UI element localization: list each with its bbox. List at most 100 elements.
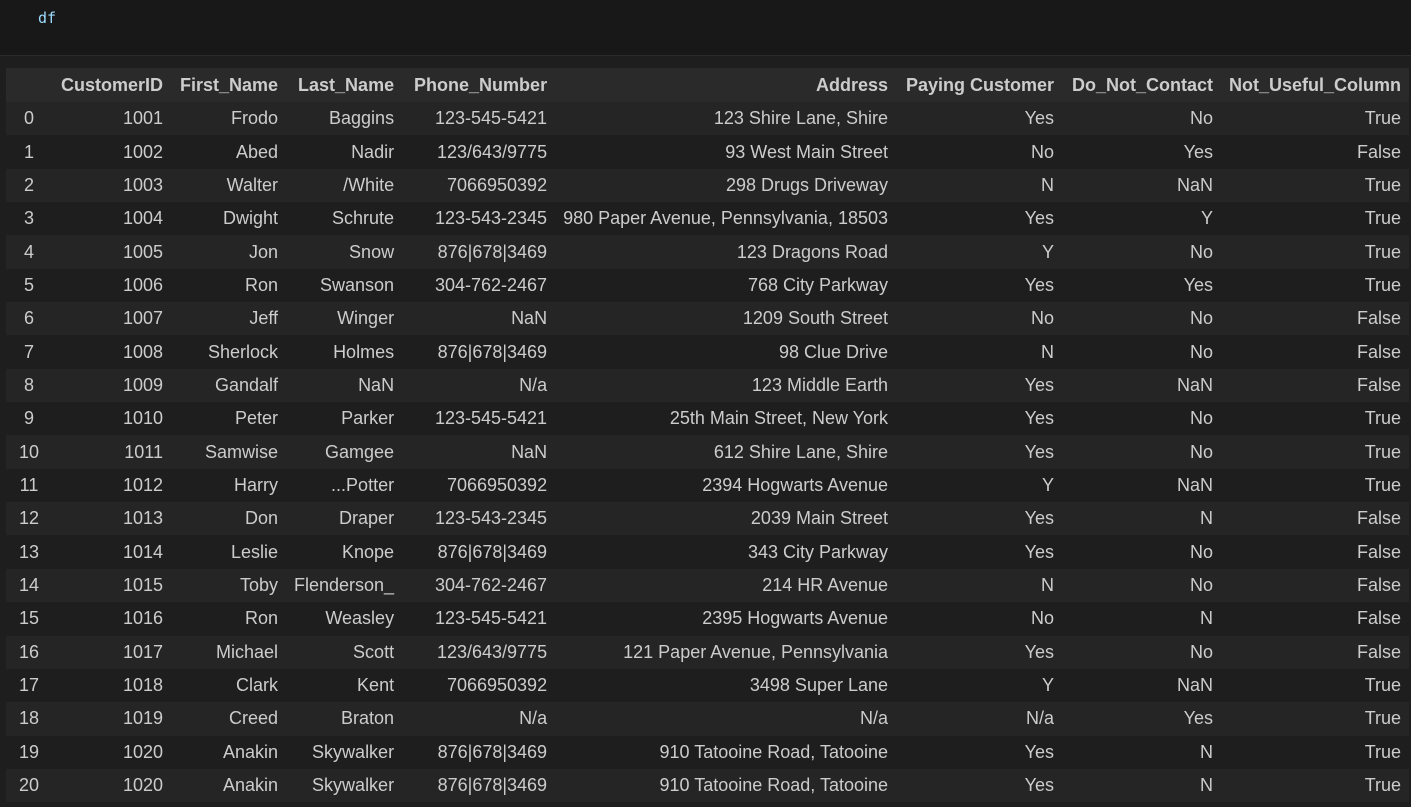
table-cell: 1016 [122,608,163,629]
table-row: 1 1002 Abed Nadir 123/643/9775 93 West Main S… [6,135,1410,169]
table-cell: Ron [244,274,278,295]
table-cell: Yes [1024,741,1055,762]
table-cell: 876|678|3469 [437,241,548,262]
table-cell: Abed [235,141,278,162]
table-cell: Jon [248,241,278,262]
table-cell: Yes [1024,641,1055,662]
row-index: 15 [18,608,40,629]
table-cell: 1001 [122,108,163,129]
table-row: 11 1012 Harry ...Potter 7066950392 2394 Hogwa… [6,468,1410,503]
row-index: 12 [18,508,40,529]
table-cell: NaN [1177,174,1214,195]
table-cell: Baggins [329,108,395,129]
code-cell[interactable]: df [0,0,1411,56]
table-cell: N/a [519,708,548,729]
table-cell: 121 Paper Avenue, Pennsylvania [623,641,889,662]
table-cell: 93 West Main Street [725,141,889,162]
table-cell: True [1364,174,1402,195]
table-cell: Yes [1024,408,1055,429]
table-row: 0 1001 Frodo Baggins 123-545-5421 123 Shire L… [6,102,1410,136]
code-editor-line[interactable]: df [38,9,56,27]
row-index: 9 [23,408,34,429]
table-cell: True [1364,408,1402,429]
row-index: 3 [23,208,34,229]
table-cell: Sherlock [207,341,278,362]
table-row: 4 1005 Jon Snow 876|678|3469 123 Dragons Road… [6,235,1410,269]
table-cell: Y [1201,208,1214,229]
table-cell: 910 Tatooine Road, Tatooine [659,741,889,762]
table-cell: Yes [1024,108,1055,129]
table-cell: 214 HR Avenue [762,574,889,595]
table-cell: ...Potter [331,474,395,495]
table-cell: 876|678|3469 [437,775,548,796]
table-cell: 123 Middle Earth [751,374,889,395]
table-row: 18 1019 Creed Braton N/a N/a N/a Yes True [6,702,1410,736]
table-row: 19 1020 Anakin Skywalker 876|678|3469 910 Tat… [6,735,1410,769]
table-cell: True [1364,208,1402,229]
table-cell: 1004 [122,208,163,229]
table-cell: Yes [1183,708,1214,729]
row-index: 17 [18,675,40,696]
table-row: 17 1018 Clark Kent 7066950392 3498 Super Lane… [6,668,1410,703]
table-cell: 1007 [122,308,163,329]
table-cell: Clark [235,675,278,696]
table-cell: False [1357,641,1402,662]
table-cell: 876|678|3469 [437,741,548,762]
table-row: 3 1004 Dwight Schrute 123-543-2345 980 Paper … [6,202,1410,236]
table-cell: Yes [1024,374,1055,395]
table-cell: 1011 [124,441,163,462]
table-row: 20 1020 Anakin Skywalker 876|678|3469 910 Tat… [6,768,1410,803]
table-cell: Frodo [230,108,278,129]
table-cell: 612 Shire Lane, Shire [713,441,889,462]
table-cell: 123-543-2345 [434,208,548,229]
table-cell: False [1357,574,1402,595]
table-cell: Snow [349,241,395,262]
table-cell: No [1031,141,1055,162]
table-cell: Don [244,508,278,529]
table-cell: Scott [353,641,395,662]
table-cell: N [1041,174,1055,195]
column-header: Not_Useful_Column [1221,68,1410,102]
table-cell: 3498 Super Lane [749,675,889,696]
table-cell: Yes [1024,441,1055,462]
table-cell: Yes [1024,274,1055,295]
row-index: 8 [23,374,34,395]
table-cell: /White [343,174,395,195]
table-row: 5 1006 Ron Swanson 304-762-2467 768 City Park… [6,268,1410,303]
table-row: 2 1003 Walter/White 7066950392 298 Drugs Dri… [6,168,1410,203]
table-cell: True [1364,708,1402,729]
table-cell: 1013 [122,508,163,529]
table-cell: Jeff [249,308,278,329]
table-cell: True [1364,775,1402,796]
table-cell: 25th Main Street, New York [669,408,889,429]
table-cell: Yes [1024,541,1055,562]
table-cell: NaN [1177,675,1214,696]
table-cell: 123-545-5421 [434,108,548,129]
table-cell: False [1357,608,1402,629]
table-cell: No [1031,608,1055,629]
table-cell: 123/643/9775 [436,141,548,162]
table-cell: No [1190,241,1214,262]
table-cell: Schrute [332,208,395,229]
table-cell: NaN [1177,374,1214,395]
row-index: 10 [18,441,40,462]
table-cell: 876|678|3469 [437,541,548,562]
table-cell: True [1364,474,1402,495]
table-cell: Michael [215,641,278,662]
row-index: 20 [18,775,40,796]
row-index: 11 [19,474,39,495]
table-cell: Braton [341,708,395,729]
table-cell: Samwise [204,441,278,462]
table-row: 10 1011 Samwise Gamgee NaN 612 Shire Lane, Sh… [6,435,1410,469]
table-row: 8 1009 Gandalf NaN N/a 123 Middle Earth Yes NaN… [6,368,1410,403]
table-row: 9 1010 Peter Parker 123-545-5421 25th Main St… [6,402,1410,436]
dataframe-table: CustomerID First_Name Last_Name Phone_Nu… [6,68,1410,803]
table-cell: 123-545-5421 [434,608,548,629]
table-cell: No [1190,574,1214,595]
row-index: 6 [23,308,34,329]
table-cell: 1014 [122,541,163,562]
table-cell: 123/643/9775 [436,641,548,662]
table-cell: 1002 [122,141,163,162]
table-cell: Winger [337,308,395,329]
column-header: Address [555,68,897,102]
